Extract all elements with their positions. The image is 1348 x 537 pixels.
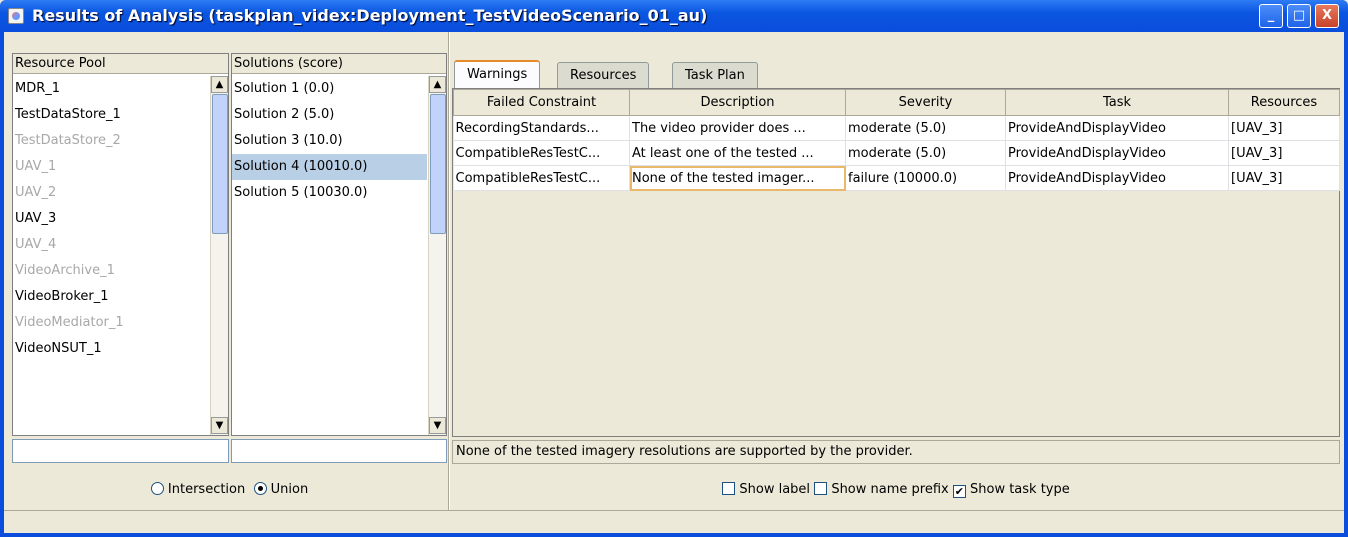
show-task-type-checkbox[interactable]: ✔ Show task type	[952, 482, 1070, 498]
column-header[interactable]: Task	[1005, 89, 1229, 116]
solutions-scrollbar[interactable]: ▲ ▼	[428, 76, 446, 435]
radio-icon	[253, 482, 267, 495]
table-cell[interactable]: CompatibleResTestC...	[453, 140, 630, 166]
resource-pool-scrollbar[interactable]: ▲ ▼	[210, 76, 228, 435]
table-cell[interactable]: ProvideAndDisplayVideo	[1005, 115, 1229, 141]
resource-filter-input[interactable]	[12, 439, 229, 463]
detail-text: None of the tested imagery resolutions a…	[452, 440, 1340, 464]
show-task-type-text: Show task type	[970, 482, 1070, 497]
checkbox-icon[interactable]	[722, 482, 736, 495]
java-app-icon	[8, 8, 24, 24]
solution-item[interactable]: Solution 2 (5.0)	[232, 102, 427, 128]
resource-item[interactable]: UAV_2	[13, 180, 209, 206]
title-bar[interactable]: Results of Analysis (taskplan_videx:Depl…	[0, 0, 1348, 32]
table-cell[interactable]: ProvideAndDisplayVideo	[1005, 165, 1229, 191]
resource-item[interactable]: TestDataStore_1	[13, 102, 209, 128]
tab-warnings[interactable]: Warnings	[454, 60, 541, 88]
show-label-text: Show label	[739, 482, 811, 497]
window-content: Resource Pool MDR_1 TestDataStore_1 TestDa…	[4, 32, 1344, 533]
table-cell[interactable]: [UAV_3]	[1228, 140, 1340, 166]
split-divider[interactable]	[448, 32, 450, 510]
solution-item[interactable]: Solution 3 (10.0)	[232, 128, 427, 154]
checkbox-icon[interactable]: ✔	[952, 485, 966, 498]
table-cell[interactable]: failure (10000.0)	[845, 165, 1006, 191]
resource-item[interactable]: TestDataStore_2	[13, 128, 209, 154]
column-header[interactable]: Resources	[1228, 89, 1340, 116]
solution-item[interactable]: Solution 1 (0.0)	[232, 76, 427, 102]
table-row[interactable]: RecordingStandards... The video provider …	[453, 115, 1340, 141]
scroll-thumb[interactable]	[430, 94, 446, 234]
intersection-label: Intersection	[167, 482, 246, 497]
resource-pool-header: Resource Pool	[13, 54, 228, 74]
minimize-button[interactable]: _	[1259, 4, 1283, 28]
resource-item[interactable]: UAV_4	[13, 232, 209, 258]
app-window: Results of Analysis (taskplan_videx:Depl…	[0, 0, 1348, 537]
scroll-up-icon[interactable]: ▲	[429, 76, 446, 93]
table-row[interactable]: CompatibleResTestC... None of the tested …	[453, 165, 1340, 191]
resource-item[interactable]: UAV_3	[13, 206, 209, 232]
tab-task-plan[interactable]: Task Plan	[672, 62, 758, 88]
column-header[interactable]: Severity	[845, 89, 1006, 116]
resource-item[interactable]: UAV_1	[13, 154, 209, 180]
table-cell[interactable]: The video provider does ...	[629, 115, 846, 141]
solution-filter-input[interactable]	[231, 439, 447, 463]
solutions-list[interactable]: Solution 1 (0.0) Solution 2 (5.0) Solution…	[232, 76, 427, 206]
table-cell[interactable]: [UAV_3]	[1228, 165, 1340, 191]
union-label: Union	[270, 482, 309, 497]
solutions-header: Solutions (score)	[232, 54, 446, 74]
show-name-prefix-text: Show name prefix	[831, 482, 949, 497]
column-header[interactable]: Failed Constraint	[453, 89, 630, 116]
scroll-thumb[interactable]	[212, 94, 228, 234]
resource-pool-list[interactable]: MDR_1 TestDataStore_1 TestDataStore_2 UAV_1…	[13, 76, 209, 362]
maximize-button[interactable]: □	[1287, 4, 1311, 28]
resource-item[interactable]: VideoNSUT_1	[13, 336, 209, 362]
window-title: Results of Analysis (taskplan_videx:Depl…	[32, 6, 708, 25]
table-cell[interactable]: CompatibleResTestC...	[453, 165, 630, 191]
table-cell[interactable]: RecordingStandards...	[453, 115, 630, 141]
resource-pool-panel: Resource Pool MDR_1 TestDataStore_1 TestDa…	[12, 53, 229, 436]
solutions-panel: Solutions (score) Solution 1 (0.0) Soluti…	[231, 53, 447, 436]
show-label-checkbox[interactable]: Show label	[722, 482, 810, 497]
scroll-down-icon[interactable]: ▼	[211, 417, 228, 434]
table-cell[interactable]: moderate (5.0)	[845, 115, 1006, 141]
table-cell[interactable]: At least one of the tested ...	[629, 140, 846, 166]
checkbox-icon[interactable]	[814, 482, 828, 495]
column-header[interactable]: Description	[629, 89, 846, 116]
warnings-table[interactable]: Failed Constraint Description Severity Task…	[453, 89, 1340, 191]
union-radio[interactable]: Union	[253, 482, 309, 497]
close-button[interactable]: X	[1315, 4, 1339, 28]
table-cell[interactable]: None of the tested imager...	[629, 165, 846, 191]
options-bar: Show label Show name prefix ✔ Show task …	[452, 482, 1340, 498]
table-cell[interactable]: moderate (5.0)	[845, 140, 1006, 166]
tab-resources[interactable]: Resources	[557, 62, 650, 88]
table-cell[interactable]: [UAV_3]	[1228, 115, 1340, 141]
radio-icon	[150, 482, 164, 495]
status-bar	[4, 510, 1344, 533]
solution-item[interactable]: Solution 4 (10010.0)	[232, 154, 427, 180]
tab-strip: Warnings Resources Task Plan	[454, 60, 1340, 90]
intersection-radio[interactable]: Intersection	[150, 482, 246, 497]
resource-item[interactable]: VideoBroker_1	[13, 284, 209, 310]
solution-item[interactable]: Solution 5 (10030.0)	[232, 180, 427, 206]
resource-item[interactable]: VideoMediator_1	[13, 310, 209, 336]
show-name-prefix-checkbox[interactable]: Show name prefix	[814, 482, 949, 497]
table-row[interactable]: CompatibleResTestC... At least one of the…	[453, 140, 1340, 166]
warnings-table-area: Failed Constraint Description Severity Task…	[452, 88, 1340, 437]
scroll-up-icon[interactable]: ▲	[211, 76, 228, 93]
resource-item[interactable]: MDR_1	[13, 76, 209, 102]
resource-item[interactable]: VideoArchive_1	[13, 258, 209, 284]
scroll-down-icon[interactable]: ▼	[429, 417, 446, 434]
mode-radio-group: Intersection Union	[12, 482, 447, 497]
table-cell[interactable]: ProvideAndDisplayVideo	[1005, 140, 1229, 166]
